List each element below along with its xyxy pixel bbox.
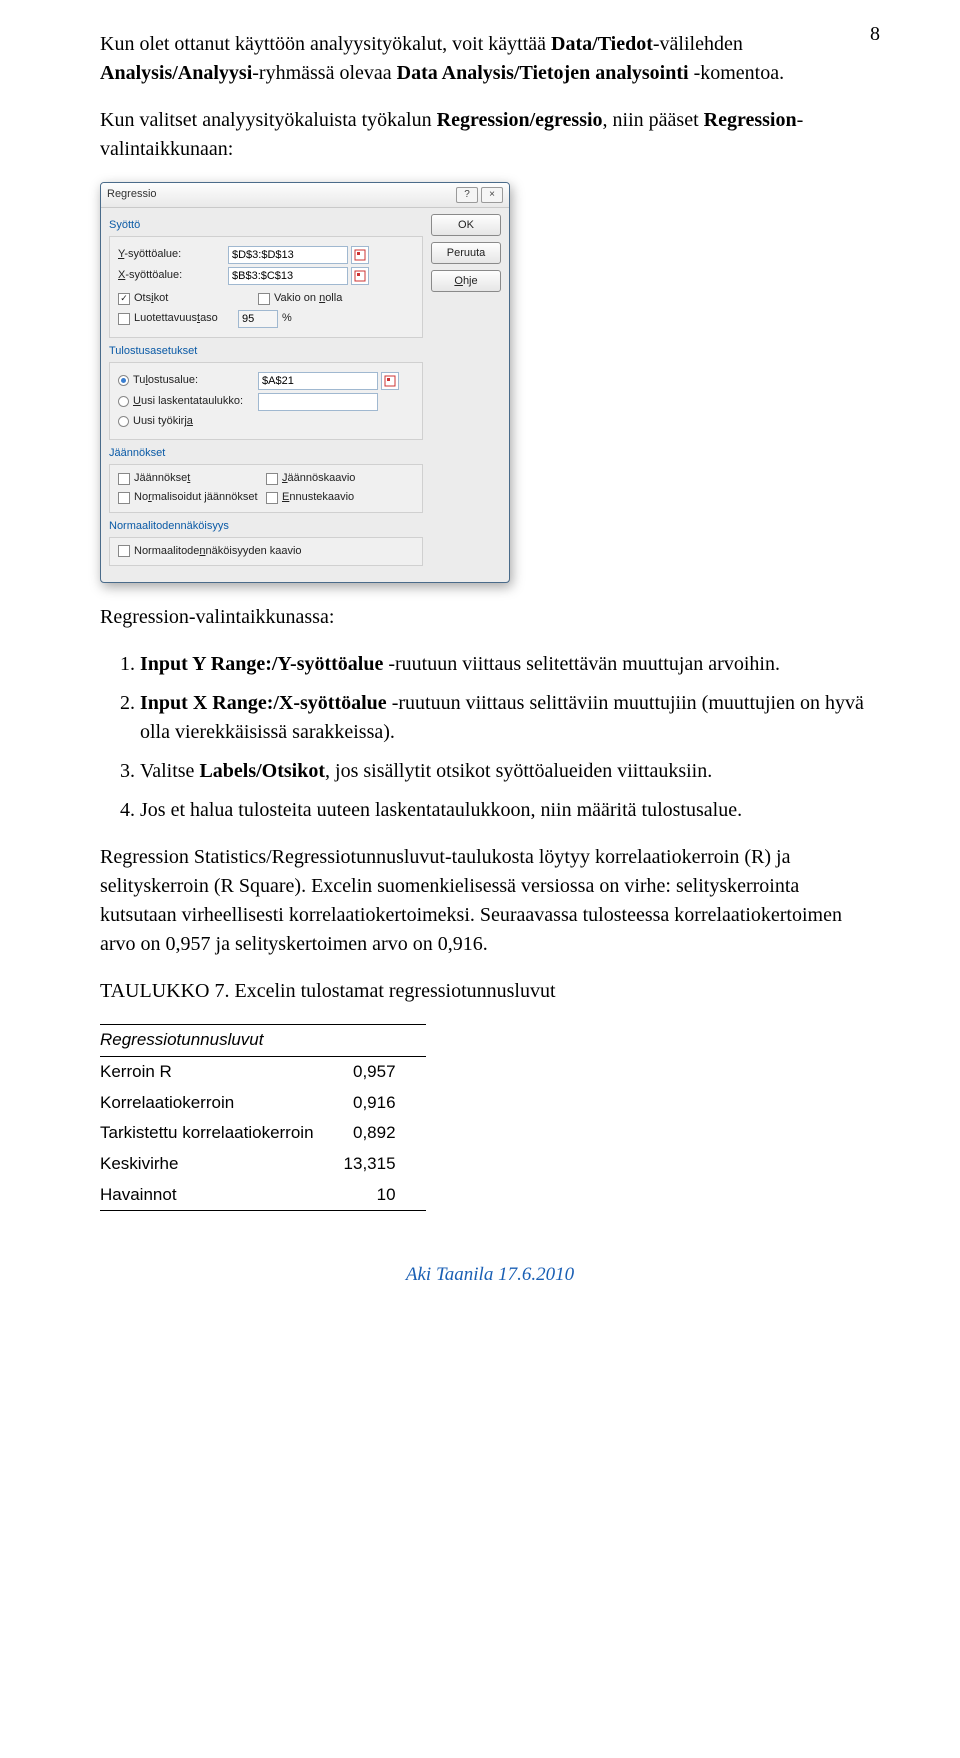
regression-dialog: Regressio ? × Syöttö YY-syöttöalue:-syöt… bbox=[100, 182, 510, 583]
confidence-input[interactable] bbox=[238, 310, 278, 328]
close-icon[interactable]: × bbox=[481, 187, 503, 203]
regression-stats-table: Regressiotunnusluvut Kerroin R0,957 Korr… bbox=[100, 1024, 426, 1211]
paragraph-1: Kun olet ottanut käyttöön analyysityökal… bbox=[100, 30, 880, 88]
instruction-list: Input Y Range:/Y-syöttöalue -ruutuun vii… bbox=[140, 650, 880, 825]
text: Valitse bbox=[140, 760, 199, 782]
list-item: Input Y Range:/Y-syöttöalue -ruutuun vii… bbox=[140, 650, 880, 679]
x-range-input[interactable] bbox=[228, 267, 348, 285]
text: Kun valitset analyysityökaluista työkalu… bbox=[100, 109, 437, 131]
page-number: 8 bbox=[870, 20, 880, 49]
table-cell: 0,957 bbox=[344, 1057, 426, 1088]
table-cell: Tarkistettu korrelaatiokerroin bbox=[100, 1118, 344, 1149]
std-residuals-checkbox[interactable]: Normalisoidut jäännökset bbox=[118, 490, 266, 506]
table-header: Regressiotunnusluvut bbox=[100, 1025, 426, 1057]
output-range-radio[interactable]: Tulostusalue: bbox=[118, 373, 258, 389]
ok-button[interactable]: OK bbox=[431, 214, 501, 236]
residuals-checkbox[interactable]: Jäännökset bbox=[118, 471, 266, 487]
section-resid: Jäännökset bbox=[109, 446, 423, 462]
text-bold: Input X Range:/X-syöttöalue bbox=[140, 692, 387, 714]
dialog-screenshot: Regressio ? × Syöttö YY-syöttöalue:-syöt… bbox=[100, 182, 880, 583]
table-cell: Havainnot bbox=[100, 1180, 344, 1211]
cancel-button[interactable]: Peruuta bbox=[431, 242, 501, 264]
text: -ryhmässä olevaa bbox=[252, 62, 396, 84]
range-picker-icon[interactable] bbox=[351, 246, 369, 264]
pct-label: % bbox=[282, 311, 292, 327]
headers-checkbox[interactable]: ✓Otsikot bbox=[118, 291, 258, 307]
help-button[interactable]: Ohje bbox=[431, 270, 501, 292]
text-bold: Data/Tiedot bbox=[551, 33, 653, 55]
range-picker-icon[interactable] bbox=[381, 372, 399, 390]
range-picker-icon[interactable] bbox=[351, 267, 369, 285]
table-cell: Korrelaatiokerroin bbox=[100, 1088, 344, 1119]
list-item: Valitse Labels/Otsikot, jos sisällytit o… bbox=[140, 757, 880, 786]
footer: Aki Taanila 17.6.2010 bbox=[100, 1261, 880, 1289]
text: Kun olet ottanut käyttöön analyysityökal… bbox=[100, 33, 551, 55]
y-range-label: YY-syöttöalue:-syöttöalue: bbox=[118, 247, 228, 263]
output-range-input[interactable] bbox=[258, 372, 378, 390]
paragraph-3: Regression-valintaikkunassa: bbox=[100, 603, 880, 632]
text: -ruutuun viittaus selitettävän muuttujan… bbox=[383, 653, 780, 675]
table-cell: Kerroin R bbox=[100, 1057, 344, 1088]
text: -komentoa. bbox=[689, 62, 785, 84]
fit-plot-checkbox[interactable]: Ennustekaavio bbox=[266, 490, 414, 506]
x-range-label: X-syöttöalue: bbox=[118, 268, 228, 284]
residual-plot-checkbox[interactable]: Jäännöskaavio bbox=[266, 471, 414, 487]
text-bold: Analysis/Analyysi bbox=[100, 62, 252, 84]
y-range-input[interactable] bbox=[228, 246, 348, 264]
help-icon[interactable]: ? bbox=[456, 187, 478, 203]
text: , jos sisällytit otsikot syöttöalueiden … bbox=[325, 760, 712, 782]
text-bold: Labels/Otsikot bbox=[199, 760, 325, 782]
text-bold: Regression bbox=[704, 109, 797, 131]
text-bold: Regression/egressio bbox=[437, 109, 603, 131]
list-item: Jos et halua tulosteita uuteen laskentat… bbox=[140, 796, 880, 825]
section-norm: Normaalitodennäköisyys bbox=[109, 519, 423, 535]
table-cell: 13,315 bbox=[344, 1149, 426, 1180]
new-sheet-radio[interactable]: Uusi laskentataulukko: bbox=[118, 394, 258, 410]
dialog-title: Regressio bbox=[107, 187, 157, 203]
table-cell: 0,892 bbox=[344, 1118, 426, 1149]
confidence-checkbox[interactable]: Luotettavuustaso bbox=[118, 311, 238, 327]
paragraph-4: Regression Statistics/Regressiotunnusluv… bbox=[100, 843, 880, 959]
text: , niin pääset bbox=[603, 109, 704, 131]
text-bold: Data Analysis/Tietojen analysointi bbox=[397, 62, 689, 84]
table-cell: 0,916 bbox=[344, 1088, 426, 1119]
list-item: Input X Range:/X-syöttöalue -ruutuun vii… bbox=[140, 689, 880, 747]
const-zero-checkbox[interactable]: Vakio on nolla bbox=[258, 291, 342, 307]
text-bold: Input Y Range:/Y-syöttöalue bbox=[140, 653, 383, 675]
new-workbook-radio[interactable]: Uusi työkirja bbox=[118, 414, 193, 430]
paragraph-2: Kun valitset analyysityökaluista työkalu… bbox=[100, 106, 880, 164]
table-cell: 10 bbox=[344, 1180, 426, 1211]
section-output: Tulostusasetukset bbox=[109, 344, 423, 360]
text: -välilehden bbox=[653, 33, 743, 55]
dialog-titlebar: Regressio ? × bbox=[101, 183, 509, 208]
new-sheet-input[interactable] bbox=[258, 393, 378, 411]
section-input: Syöttö bbox=[109, 218, 423, 234]
table-cell: Keskivirhe bbox=[100, 1149, 344, 1180]
table-caption: TAULUKKO 7. Excelin tulostamat regressio… bbox=[100, 977, 880, 1006]
normal-plot-checkbox[interactable]: Normaalitodennäköisyyden kaavio bbox=[118, 544, 414, 560]
